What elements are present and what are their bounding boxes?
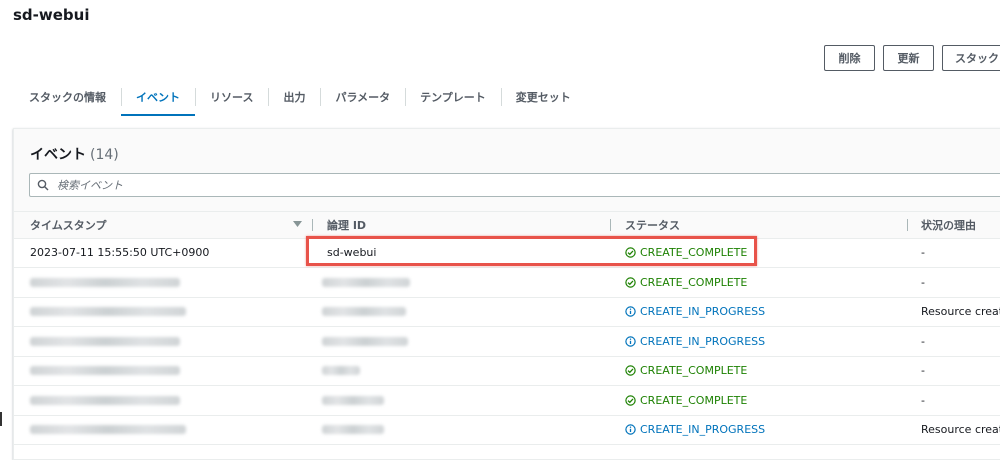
status-cell: CREATE_COMPLETE [625,386,747,415]
redacted-timestamp [30,366,180,375]
status-text: CREATE_IN_PROGRESS [640,305,766,318]
reason-cell: - [921,364,925,377]
tab-resources[interactable]: リソース [195,78,268,116]
logical-id-cell [322,327,408,356]
status-badge: CREATE_IN_PROGRESS [625,423,765,436]
search-input[interactable] [55,177,959,193]
status-badge: CREATE_IN_PROGRESS [625,305,765,318]
redacted-logical-id [322,425,384,434]
success-check-icon [625,277,636,288]
logical-id-cell [322,415,384,444]
status-badge: CREATE_COMPLETE [625,276,747,289]
status-cell: CREATE_COMPLETE [625,268,747,297]
tab-change-sets[interactable]: 変更セット [500,78,586,116]
logical-id-cell [322,297,406,326]
timestamp-cell: 2023-07-11 15:55:50 UTC+0900 [30,246,210,259]
reason-cell: - [921,394,925,407]
redacted-logical-id [322,278,410,287]
column-divider [610,219,611,231]
tab-stack-info[interactable]: スタックの情報 [13,78,121,116]
column-header-status[interactable]: ステータス [625,212,680,238]
redacted-timestamp [30,337,180,346]
status-text: CREATE_COMPLETE [640,364,748,377]
table-row[interactable]: CREATE_IN_PROGRESS Resource creation [14,297,1000,327]
events-panel-header: イベント (14) [14,129,1000,212]
timestamp-cell [30,327,180,356]
info-icon [625,306,636,317]
info-icon [625,336,636,347]
column-header-logical-id[interactable]: 論理 ID [327,212,366,238]
column-header-reason[interactable]: 状況の理由 [921,212,976,238]
reason-cell: Resource creation [921,305,1000,318]
column-header-timestamp[interactable]: タイムスタンプ [30,212,106,238]
redacted-logical-id [322,307,406,316]
reason-cell: - [921,276,925,289]
tab-outputs[interactable]: 出力 [268,78,320,116]
status-text: CREATE_COMPLETE [640,276,748,289]
reason-cell: - [921,246,925,259]
redacted-timestamp [30,278,180,287]
redacted-timestamp [30,307,186,316]
status-text: CREATE_IN_PROGRESS [640,423,766,436]
logical-id-cell [322,268,410,297]
redacted-timestamp [30,425,186,434]
redacted-logical-id [322,366,360,375]
stack-title: sd-webui [13,6,90,24]
events-title: イベント (14) [30,144,119,164]
stack-actions-bar: 削除 更新 スタックア [824,45,1000,71]
table-row[interactable]: CREATE_COMPLETE - [14,386,1000,416]
column-divider [907,219,908,231]
stack-actions-button[interactable]: スタックア [942,45,1000,71]
highlight-box [306,236,757,266]
sort-descending-icon[interactable] [293,221,302,228]
table-row[interactable]: CREATE_COMPLETE - [14,356,1000,386]
reason-cell: - [921,335,925,348]
status-cell: CREATE_COMPLETE [625,356,747,385]
delete-button[interactable]: 削除 [824,45,875,71]
timestamp-cell [30,386,180,415]
logical-id-cell [322,386,384,415]
table-row[interactable]: CREATE_IN_PROGRESS - [14,327,1000,357]
events-search[interactable] [29,173,1000,197]
timestamp-cell [30,297,186,326]
tab-events[interactable]: イベント [121,78,195,116]
redacted-logical-id [322,396,384,405]
events-table-header: タイムスタンプ 論理 ID ステータス 状況の理由 [14,212,1000,239]
status-badge: CREATE_COMPLETE [625,394,747,407]
info-icon [625,424,636,435]
redacted-timestamp [30,396,180,405]
redacted-logical-id [322,337,408,346]
tab-parameters[interactable]: パラメータ [320,78,405,116]
success-check-icon [625,365,636,376]
table-row[interactable]: CREATE_COMPLETE - [14,268,1000,298]
timestamp-cell [30,356,180,385]
events-panel: イベント(14) タイムスタンプ 論理 ID ステータス 状況の理由 2023-… [13,128,1000,460]
status-cell: CREATE_IN_PROGRESS [625,297,765,326]
status-text: CREATE_COMPLETE [640,394,748,407]
tab-template[interactable]: テンプレート [405,78,501,116]
status-text: CREATE_IN_PROGRESS [640,335,766,348]
events-title-text: イベント [30,147,86,163]
status-badge: CREATE_COMPLETE [625,364,747,377]
logical-id-cell [322,356,360,385]
column-divider [312,219,313,231]
stack-tabs: スタックの情報 イベント リソース 出力 パラメータ テンプレート 変更セット [13,78,1000,116]
success-check-icon [625,395,636,406]
timestamp-cell [30,415,186,444]
status-badge: CREATE_IN_PROGRESS [625,335,765,348]
events-count: (14) [90,147,119,163]
reason-cell: Resource creation [921,423,1000,436]
search-icon [37,179,49,191]
timestamp-cell [30,268,180,297]
edge-marker [0,412,2,426]
status-cell: CREATE_IN_PROGRESS [625,415,765,444]
status-cell: CREATE_IN_PROGRESS [625,327,765,356]
update-button[interactable]: 更新 [883,45,934,71]
table-row[interactable]: CREATE_IN_PROGRESS Resource creation [14,415,1000,445]
